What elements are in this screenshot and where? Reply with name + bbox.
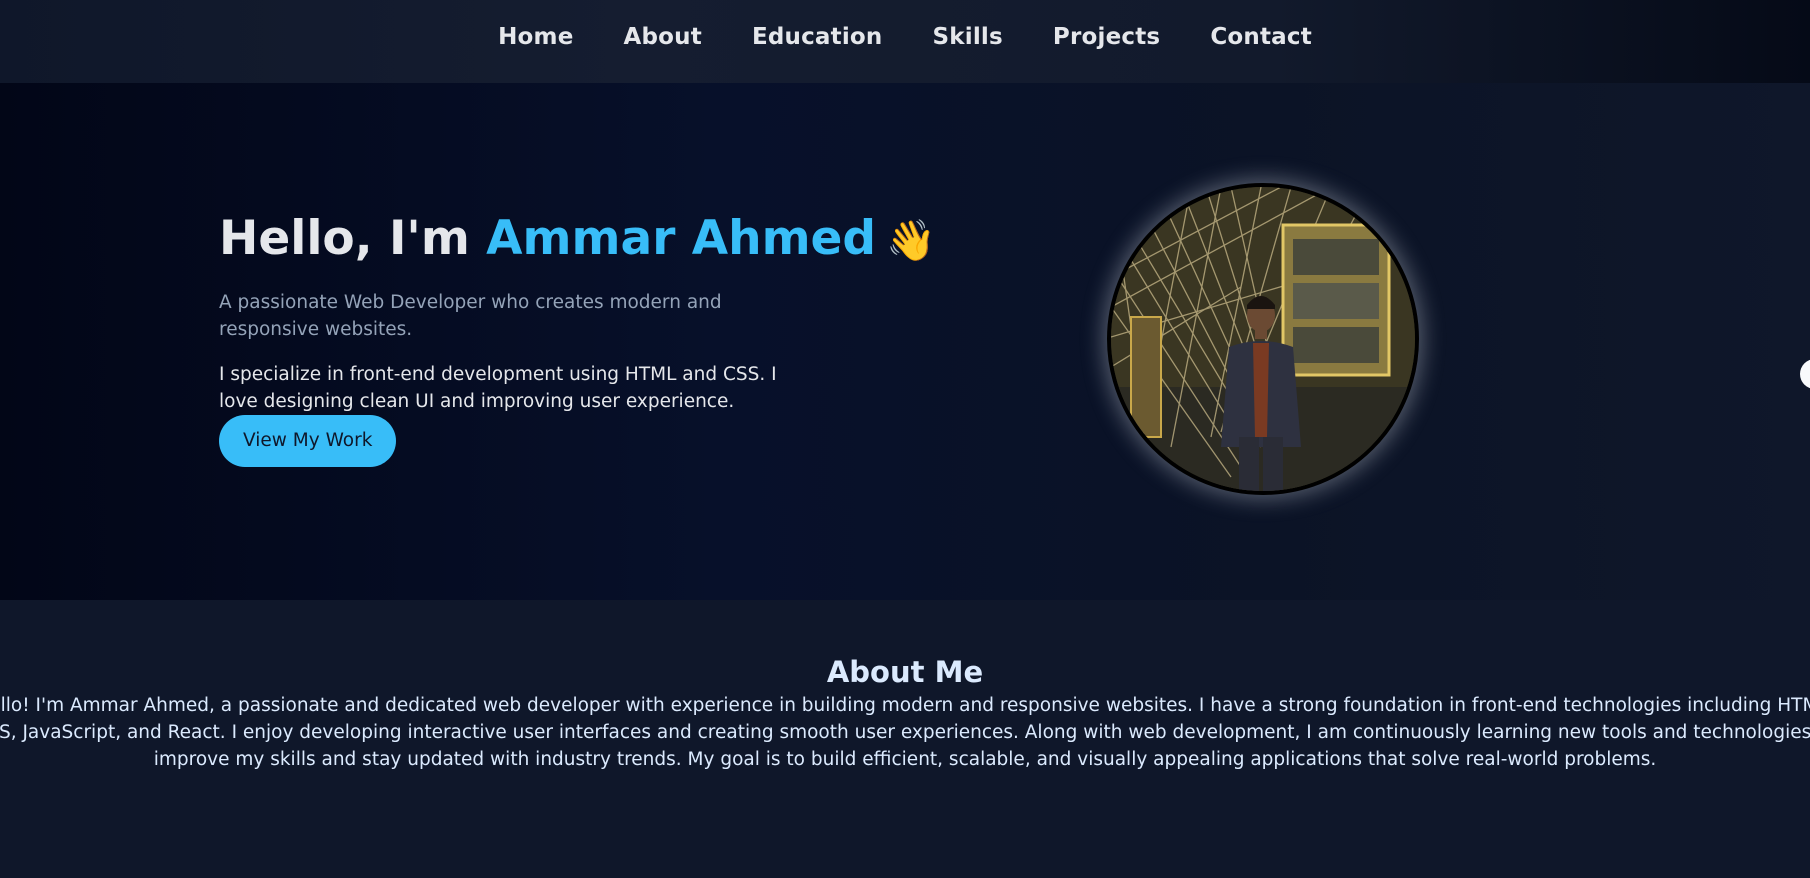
- hero-section: Hello, I'm Ammar Ahmed 👋 A passionate Web…: [0, 83, 1810, 600]
- view-my-work-button[interactable]: View My Work: [219, 414, 397, 467]
- nav-link-projects[interactable]: Projects: [1053, 24, 1160, 50]
- nav-link-home[interactable]: Home: [498, 24, 573, 50]
- about-body: Hello! I'm Ammar Ahmed, a passionate and…: [0, 695, 1810, 770]
- nav-link-contact[interactable]: Contact: [1210, 24, 1312, 50]
- hero-subtitle: A passionate Web Developer who creates m…: [219, 291, 722, 340]
- about-section: About Me Hello! I'm Ammar Ahmed, a passi…: [0, 600, 1810, 878]
- hero-text: Hello, I'm Ammar Ahmed 👋 A passionate Web…: [219, 211, 936, 467]
- navbar: Home About Education Skills Projects Con…: [0, 0, 1810, 83]
- nav-list: Home About Education Skills Projects Con…: [498, 24, 1312, 50]
- hero-title: Hello, I'm Ammar Ahmed 👋: [219, 211, 936, 266]
- about-title: About Me: [826, 655, 984, 689]
- hero-name: Ammar Ahmed: [486, 211, 877, 266]
- nav-link-skills[interactable]: Skills: [933, 24, 1003, 50]
- nav-link-about[interactable]: About: [624, 24, 702, 50]
- hero-greeting: Hello, I'm: [219, 211, 470, 266]
- slider-dot-icon[interactable]: [1800, 359, 1810, 389]
- hero-description: I specialize in front-end development us…: [219, 363, 777, 412]
- wave-icon: 👋: [886, 218, 936, 264]
- profile-photo: [1107, 183, 1419, 495]
- nav-link-education[interactable]: Education: [752, 24, 883, 50]
